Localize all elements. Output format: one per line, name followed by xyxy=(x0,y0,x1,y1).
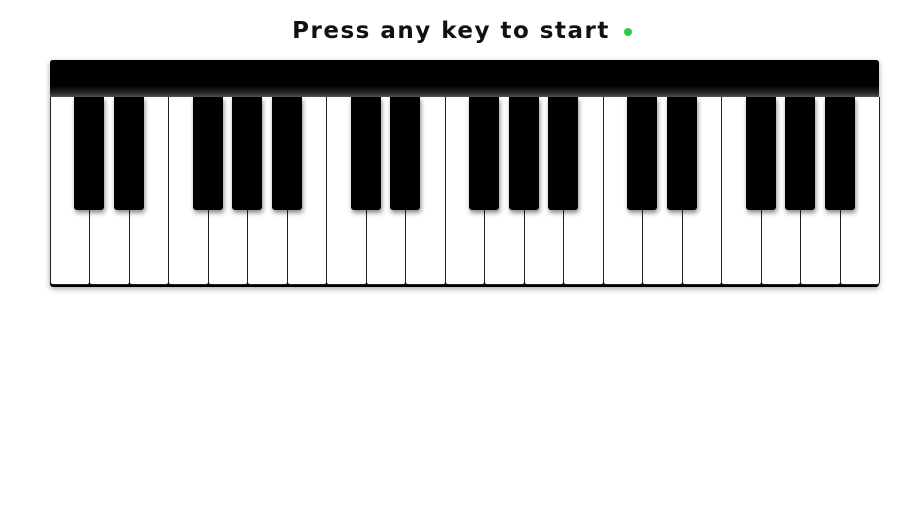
piano-top-bar xyxy=(50,60,879,97)
black-key[interactable] xyxy=(232,97,263,210)
black-key[interactable] xyxy=(508,97,539,210)
black-key[interactable] xyxy=(74,97,105,210)
black-key[interactable] xyxy=(390,97,421,210)
black-key[interactable] xyxy=(192,97,223,210)
black-key[interactable] xyxy=(271,97,302,210)
black-key[interactable] xyxy=(469,97,500,210)
black-key[interactable] xyxy=(627,97,658,210)
piano-keyboard xyxy=(50,60,880,287)
black-key[interactable] xyxy=(350,97,381,210)
black-key[interactable] xyxy=(666,97,697,210)
start-prompt: Press any key to start xyxy=(292,18,610,44)
header: Press any key to start xyxy=(0,14,924,48)
black-key[interactable] xyxy=(824,97,855,210)
black-key[interactable] xyxy=(548,97,579,210)
black-key[interactable] xyxy=(745,97,776,210)
black-key[interactable] xyxy=(785,97,816,210)
status-indicator-icon xyxy=(623,27,632,36)
black-key[interactable] xyxy=(113,97,144,210)
